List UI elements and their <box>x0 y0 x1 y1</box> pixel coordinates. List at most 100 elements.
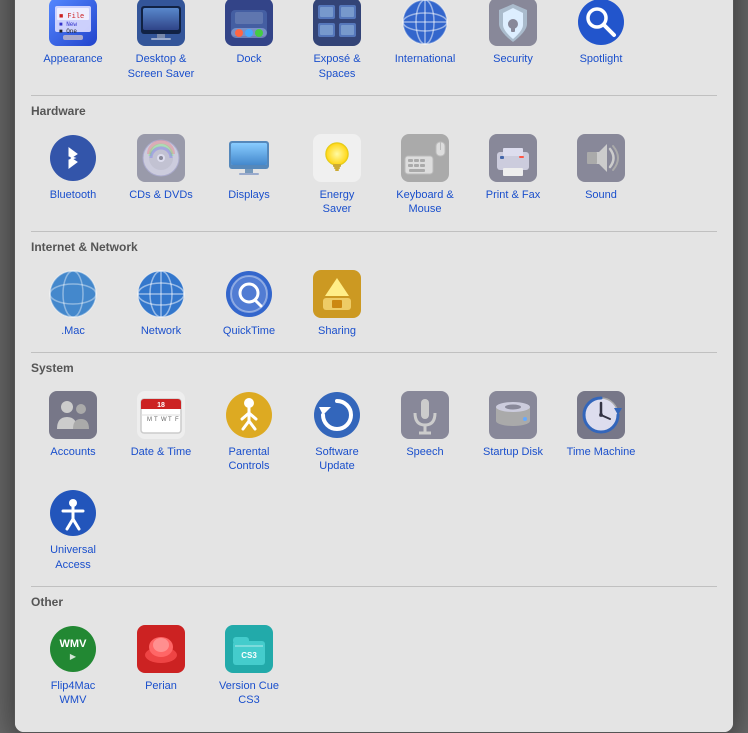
software-update-icon <box>311 389 363 441</box>
preferences-content: Personal ■ File <box>15 0 733 732</box>
system-items: Accounts 18 M T W <box>31 383 717 576</box>
pref-item-speech[interactable]: Speech <box>383 383 467 478</box>
perian-label: Perian <box>145 679 177 693</box>
network-icon <box>135 268 187 320</box>
accounts-label: Accounts <box>50 445 95 459</box>
energy-saver-icon <box>311 132 363 184</box>
desktop-screensaver-label: Desktop &Screen Saver <box>128 52 195 81</box>
svg-text:■ One: ■ One <box>59 28 77 35</box>
flip4mac-label: Flip4MacWMV <box>51 679 96 708</box>
accounts-icon <box>47 389 99 441</box>
cds-dvds-icon <box>135 132 187 184</box>
security-label: Security <box>493 52 533 66</box>
section-label-other: Other <box>31 595 717 609</box>
personal-items: ■ File ■ New ■ One Appearance <box>31 0 717 85</box>
universal-access-label: UniversalAccess <box>50 543 96 572</box>
startup-disk-label: Startup Disk <box>483 445 543 459</box>
network-label: Network <box>141 324 181 338</box>
time-machine-icon <box>575 389 627 441</box>
security-icon <box>487 0 539 48</box>
section-label-internet: Internet & Network <box>31 240 717 254</box>
svg-text:■ File: ■ File <box>59 13 84 21</box>
pref-item-sharing[interactable]: Sharing <box>295 262 379 342</box>
pref-item-appearance[interactable]: ■ File ■ New ■ One Appearance <box>31 0 115 85</box>
sound-label: Sound <box>585 188 617 202</box>
pref-item-energy-saver[interactable]: EnergySaver <box>295 126 379 221</box>
speech-icon <box>399 389 451 441</box>
sharing-icon <box>311 268 363 320</box>
spotlight-label: Spotlight <box>580 52 623 66</box>
pref-item-print-fax[interactable]: Print & Fax <box>471 126 555 221</box>
pref-item-cds-dvds[interactable]: CDs & DVDs <box>119 126 203 221</box>
pref-item-mac[interactable]: .Mac <box>31 262 115 342</box>
appearance-label: Appearance <box>43 52 102 66</box>
pref-item-time-machine[interactable]: Time Machine <box>559 383 643 478</box>
quicktime-label: QuickTime <box>223 324 275 338</box>
pref-item-quicktime[interactable]: QuickTime <box>207 262 291 342</box>
mac-label: .Mac <box>61 324 85 338</box>
print-fax-label: Print & Fax <box>486 188 540 202</box>
pref-item-startup-disk[interactable]: Startup Disk <box>471 383 555 478</box>
pref-item-parental-controls[interactable]: ParentalControls <box>207 383 291 478</box>
pref-item-international[interactable]: International <box>383 0 467 85</box>
svg-text:T: T <box>154 417 158 423</box>
pref-item-software-update[interactable]: SoftwareUpdate <box>295 383 379 478</box>
displays-icon <box>223 132 275 184</box>
pref-item-keyboard-mouse[interactable]: Keyboard &Mouse <box>383 126 467 221</box>
sharing-label: Sharing <box>318 324 356 338</box>
pref-item-spotlight[interactable]: Spotlight <box>559 0 643 85</box>
pref-item-security[interactable]: Security <box>471 0 555 85</box>
pref-item-displays[interactable]: Displays <box>207 126 291 221</box>
pref-item-perian[interactable]: Perian <box>119 617 203 712</box>
mac-icon <box>47 268 99 320</box>
time-machine-label: Time Machine <box>567 445 636 459</box>
divider-hardware <box>31 95 717 96</box>
version-cue-label: Version CueCS3 <box>219 679 279 708</box>
pref-item-sound[interactable]: Sound <box>559 126 643 221</box>
svg-text:F: F <box>175 417 179 423</box>
appearance-icon: ■ File ■ New ■ One <box>47 0 99 48</box>
system-preferences-window: ◀ ▶ Show All System Preferences 🔍 Person… <box>14 0 734 733</box>
keyboard-mouse-icon <box>399 132 451 184</box>
dock-icon <box>223 0 275 48</box>
date-time-icon: 18 M T W T F <box>135 389 187 441</box>
desktop-screensaver-icon <box>135 0 187 48</box>
pref-item-accounts[interactable]: Accounts <box>31 383 115 478</box>
divider-system <box>31 352 717 353</box>
pref-item-bluetooth[interactable]: Bluetooth <box>31 126 115 221</box>
startup-disk-icon <box>487 389 539 441</box>
pref-item-network[interactable]: Network <box>119 262 203 342</box>
pref-item-desktop-screensaver[interactable]: Desktop &Screen Saver <box>119 0 203 85</box>
svg-text:■ New: ■ New <box>59 21 77 28</box>
bluetooth-icon <box>47 132 99 184</box>
divider-internet <box>31 231 717 232</box>
date-time-label: Date & Time <box>131 445 192 459</box>
cds-dvds-label: CDs & DVDs <box>129 188 193 202</box>
pref-item-expose-spaces[interactable]: Exposé &Spaces <box>295 0 379 85</box>
expose-spaces-label: Exposé &Spaces <box>313 52 360 81</box>
perian-icon <box>135 623 187 675</box>
parental-controls-label: ParentalControls <box>229 445 270 474</box>
sound-icon <box>575 132 627 184</box>
displays-label: Displays <box>228 188 270 202</box>
section-label-system: System <box>31 361 717 375</box>
svg-text:T: T <box>168 417 172 423</box>
pref-item-version-cue[interactable]: CS3 Version CueCS3 <box>207 617 291 712</box>
svg-text:W: W <box>161 417 167 423</box>
universal-access-icon <box>47 487 99 539</box>
pref-item-universal-access[interactable]: UniversalAccess <box>31 481 115 576</box>
international-label: International <box>395 52 456 66</box>
quicktime-icon <box>223 268 275 320</box>
international-icon <box>399 0 451 48</box>
keyboard-mouse-label: Keyboard &Mouse <box>396 188 453 217</box>
pref-item-dock[interactable]: Dock <box>207 0 291 85</box>
svg-text:▶: ▶ <box>70 652 77 661</box>
hardware-items: Bluetooth <box>31 126 717 221</box>
bluetooth-label: Bluetooth <box>50 188 96 202</box>
svg-text:M: M <box>147 417 152 423</box>
version-cue-icon: CS3 <box>223 623 275 675</box>
dock-label: Dock <box>236 52 261 66</box>
pref-item-flip4mac[interactable]: WMV ▶ Flip4MacWMV <box>31 617 115 712</box>
software-update-label: SoftwareUpdate <box>315 445 358 474</box>
pref-item-date-time[interactable]: 18 M T W T F Date & Time <box>119 383 203 478</box>
